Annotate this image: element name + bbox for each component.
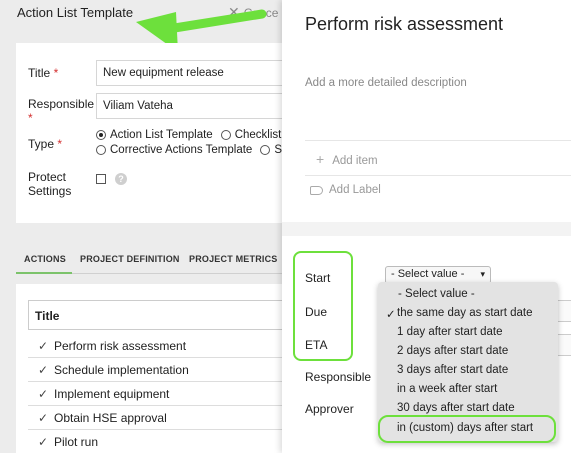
type-option-label: Corrective Actions Template (110, 144, 253, 156)
type-radio-row-1: Action List Template Checklist (96, 129, 281, 141)
type-radio-action-list[interactable] (96, 130, 106, 140)
list-item[interactable]: ✓ Implement equipment (28, 382, 282, 406)
title-label: Title * (28, 66, 59, 80)
responsible-field-label: Responsible (305, 370, 372, 384)
divider (305, 140, 571, 141)
tag-icon (310, 185, 323, 195)
dropdown-option[interactable]: 2 days after start date (378, 345, 558, 357)
check-icon: ✓ (38, 339, 49, 353)
tab-project-metrics[interactable]: PROJECT METRICS (189, 254, 278, 264)
tab-actions[interactable]: ACTIONS (24, 254, 66, 264)
check-icon: ✓ (38, 387, 49, 401)
section-separator (282, 222, 571, 236)
list-item[interactable]: ✓ Obtain HSE approval (28, 406, 282, 430)
page-title: Action List Template (17, 5, 134, 20)
dropdown-option[interactable]: 1 day after start date (378, 326, 558, 338)
dropdown-option[interactable]: 30 days after start date (378, 402, 558, 414)
highlight-box (293, 251, 353, 361)
list-header: Title (28, 300, 282, 330)
template-form: Title * New equipment release Responsibl… (16, 43, 286, 223)
tab-project-definition[interactable]: PROJECT DEFINITION (80, 254, 180, 264)
dropdown-option-selected[interactable]: ✓ the same day as start date (378, 307, 558, 321)
approver-label: Approver (305, 402, 354, 416)
title-input[interactable]: New equipment release (96, 60, 286, 86)
add-label-button[interactable]: Add Label (310, 184, 381, 196)
type-radio-st[interactable] (260, 145, 271, 155)
type-option-label: Action List Template (110, 129, 213, 141)
tab-bar: ACTIONS PROJECT DEFINITION PROJECT METRI… (16, 244, 282, 274)
check-icon: ✓ (38, 411, 49, 425)
list-item[interactable]: ✓ Schedule implementation (28, 358, 282, 382)
dropdown-option[interactable]: - Select value - (378, 288, 558, 300)
highlight-box (378, 415, 556, 443)
protect-settings-label: Protect Settings (28, 170, 72, 198)
type-radio-corrective[interactable] (96, 145, 106, 155)
add-item-button[interactable]: + Add item (316, 151, 378, 167)
type-radio-row-2: Corrective Actions Template St (96, 144, 285, 156)
responsible-label: Responsible * (28, 97, 95, 125)
description-field[interactable]: Add a more detailed description (305, 77, 467, 89)
plus-icon: + (316, 151, 325, 167)
dropdown-option[interactable]: in a week after start (378, 383, 558, 395)
chevron-down-icon: ▾ (480, 269, 485, 279)
dropdown-option[interactable]: 3 days after start date (378, 364, 558, 376)
active-tab-indicator (16, 272, 72, 274)
actions-list: Title ✓ Perform risk assessment ✓ Schedule… (16, 284, 282, 453)
action-detail-panel: Perform risk assessment Add a more detai… (282, 0, 571, 453)
template-editor-page: Action List Template ✕Cance Title * New … (0, 0, 286, 453)
protect-settings-checkbox[interactable] (96, 174, 106, 184)
check-icon: ✓ (38, 363, 49, 377)
check-icon: ✓ (386, 309, 396, 321)
action-title[interactable]: Perform risk assessment (305, 14, 503, 35)
divider (305, 175, 571, 176)
list-item[interactable]: ✓ Pilot run (28, 430, 282, 453)
type-option-label: Checklist (234, 129, 282, 141)
responsible-input[interactable]: Viliam Vateha (96, 93, 286, 119)
check-icon: ✓ (38, 435, 49, 449)
list-item[interactable]: ✓ Perform risk assessment (28, 334, 282, 358)
help-icon[interactable]: ? (115, 173, 127, 185)
type-label: Type * (28, 137, 63, 151)
type-radio-checklist[interactable] (220, 130, 231, 140)
